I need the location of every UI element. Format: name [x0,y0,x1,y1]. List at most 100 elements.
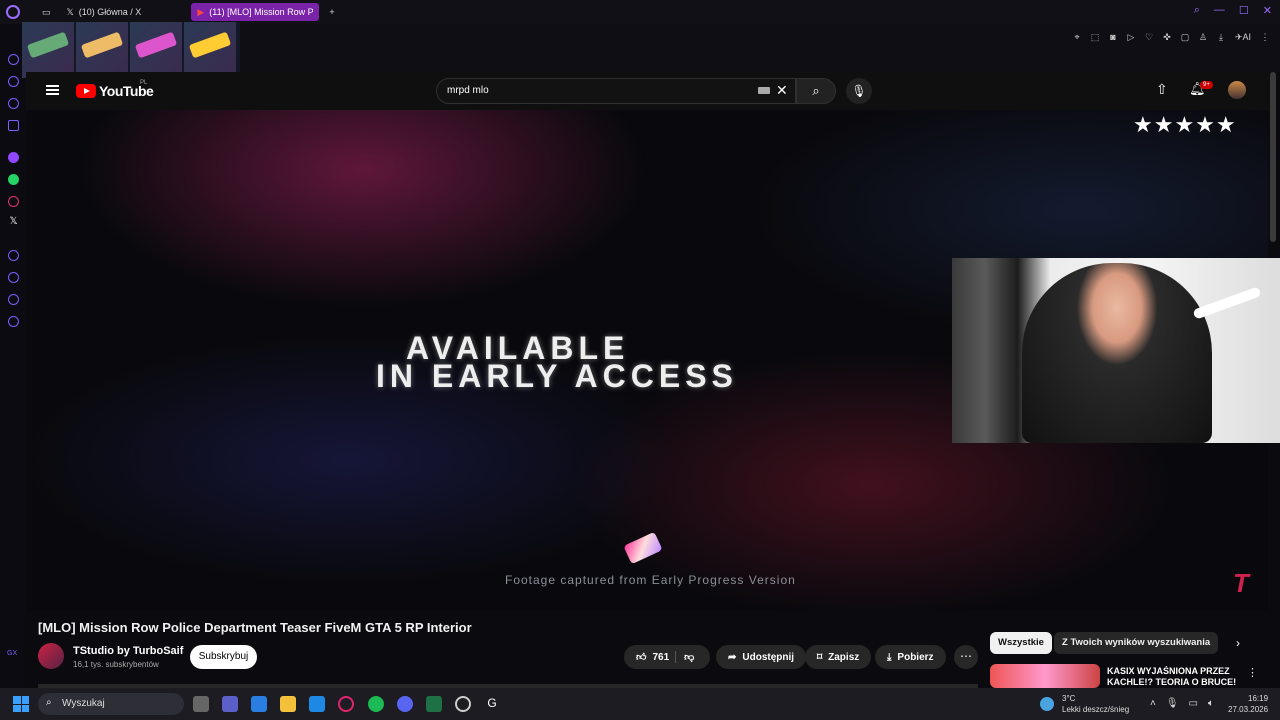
whatsapp-icon[interactable] [8,174,19,185]
menu-icon[interactable]: ⋮ [1260,32,1270,42]
video-title: [MLO] Mission Row Police Department Teas… [38,620,472,635]
browser-tab-bar: ▭ 𝕏 (10) Główna / X ▶ (11) [MLO] Mission R… [0,0,1280,24]
video-footer-text: Footage captured from Early Progress Ver… [505,573,796,587]
taskbar-search-icon: ⌕ [46,697,52,708]
search-input[interactable]: mrpd mlo [436,78,796,104]
window-controls: ⌕ — ☐ ✕ [1194,4,1272,17]
mail-icon[interactable] [309,696,325,712]
news-icon[interactable] [8,98,19,109]
excel-icon[interactable] [426,696,442,712]
windows-start-icon[interactable] [13,696,29,712]
x-sidebar-icon[interactable]: 𝕏 [8,217,19,229]
obs-icon[interactable] [455,696,471,712]
workspaces-icon[interactable]: ▭ [36,3,57,21]
discord-icon[interactable] [397,696,413,712]
thumbnail: Breaker [22,22,74,78]
instagram-icon[interactable] [8,196,19,207]
network-icon[interactable]: ▭ [1189,698,1198,709]
clear-search-icon[interactable]: ✕ [776,82,788,99]
chevron-up-icon[interactable]: ˄ [1150,698,1156,709]
rating-stars: ★★★★★ [1133,112,1237,137]
create-icon[interactable]: ⇧ [1156,81,1168,98]
extensions-sidebar-icon[interactable] [8,294,19,305]
explorer-icon[interactable] [280,696,296,712]
youtube-play-icon [76,84,96,98]
store-icon[interactable] [251,696,267,712]
add-icon[interactable] [8,250,19,261]
minimize-icon[interactable]: — [1214,4,1225,17]
subscriber-count: 16,1 tys. subskrybentów [73,660,159,669]
new-tab-button[interactable]: + [323,3,340,21]
chevron-right-icon[interactable]: › [1236,636,1240,650]
voice-search-icon[interactable]: 🎙 [846,78,872,104]
weather-icon[interactable] [1040,697,1054,711]
mic-tray-icon[interactable]: 🎙︎ [1166,698,1179,709]
messenger-icon[interactable] [8,120,19,131]
bookmark-icon: ⌑ [817,651,823,663]
volume-icon[interactable]: 🔈︎ [1208,698,1214,709]
teams-icon[interactable] [222,696,238,712]
weather-widget[interactable]: 3°C Lekki deszcz/śnieg [1062,693,1129,715]
thumbs-up-icon: 👍︎ [636,652,647,663]
subscribe-button[interactable]: Subskrybuj [190,645,257,669]
notification-badge: 9+ [1200,81,1213,89]
task-view-icon[interactable] [193,696,209,712]
thumbnail: Bad Trip [76,22,128,78]
taskbar-search[interactable]: Wyszukaj [38,693,184,715]
ai-icon[interactable] [8,54,19,65]
pocket-icon[interactable]: ◙ [1108,32,1118,42]
extensions-icon[interactable]: ✜ [1162,32,1172,42]
save-button[interactable]: ⌑ Zapisz [805,645,872,669]
close-icon[interactable]: ✕ [1263,4,1272,17]
clock[interactable]: 16:19 27.03.2026 [1228,693,1268,715]
browser-sidebar: 𝕏 GX [0,24,26,688]
rec-more-icon[interactable]: ⋮ [1247,666,1258,679]
share-button[interactable]: ➦ Udostępnij [716,645,807,669]
logitech-icon[interactable]: G [484,696,500,712]
recommended-title[interactable]: KASIX WYJAŚNIONA PRZEZ KACHLE!? TEORIA O… [1107,666,1237,688]
system-tray: ˄ 🎙︎ ▭ 🔈︎ [1150,698,1214,709]
download-arrow-icon: ⤓ [887,651,892,663]
youtube-tab-icon: ▶ [197,6,205,17]
spotify-icon[interactable] [368,696,384,712]
hamburger-menu-icon[interactable] [46,85,59,95]
home-icon[interactable] [8,76,19,87]
thumbnail: Tiger Tooth [184,22,236,78]
avatar[interactable] [1228,81,1246,99]
history-icon[interactable] [8,272,19,283]
webcam-overlay [952,258,1280,443]
tab-youtube[interactable]: ▶ (11) [MLO] Mission Row Po [191,3,320,21]
download-button[interactable]: ⤓ Pobierz [875,645,946,669]
dislike-icon[interactable]: 👎︎ [675,651,694,663]
pin-icon[interactable]: ⌖ [1072,32,1082,42]
settings-icon[interactable] [8,316,19,327]
maximize-icon[interactable]: ☐ [1239,4,1249,17]
weapon-icon [623,531,663,565]
opera-gx-icon[interactable] [6,5,20,19]
skin-thumbnails: Breaker Bad Trip Searing Rage Tiger Toot… [22,22,240,78]
opera-gx-taskbar-icon[interactable] [338,696,354,712]
scrollbar[interactable] [1270,72,1278,242]
tstudio-logo: T [1233,568,1249,598]
toolbar-icons: ⌖ ⬚ ◙ ▷ ♡ ✜ ▢ ♙ ⤓ ✈AI ⋮ [1072,32,1270,42]
channel-avatar[interactable] [38,643,64,669]
more-actions-icon[interactable]: ⋯ [954,645,978,669]
tab-x[interactable]: 𝕏 (10) Główna / X [61,3,148,21]
account-icon[interactable]: ♙ [1198,32,1208,42]
recommended-thumbnail[interactable] [990,664,1100,688]
snapshot-icon[interactable]: ⬚ [1090,32,1100,42]
play-icon[interactable]: ▷ [1126,32,1136,42]
chip-from-search[interactable]: Z Twoich wyników wyszukiwania [1054,632,1219,654]
ai-button-icon[interactable]: ✈AI [1234,32,1252,42]
download-icon[interactable]: ⤓ [1216,32,1226,42]
channel-name[interactable]: TStudio by TurboSaif [73,645,183,657]
wallet-icon[interactable]: ▢ [1180,32,1190,42]
heart-icon[interactable]: ♡ [1144,32,1154,42]
twitch-icon[interactable] [8,152,19,163]
share-icon: ➦ [728,651,737,663]
search-icon[interactable]: ⌕ [1194,4,1200,17]
chip-all[interactable]: Wszystkie [990,632,1052,654]
search-button[interactable]: ⌕ [796,78,836,104]
like-button[interactable]: 👍︎ 761 👎︎ [624,645,710,669]
keyboard-icon[interactable] [758,87,770,94]
